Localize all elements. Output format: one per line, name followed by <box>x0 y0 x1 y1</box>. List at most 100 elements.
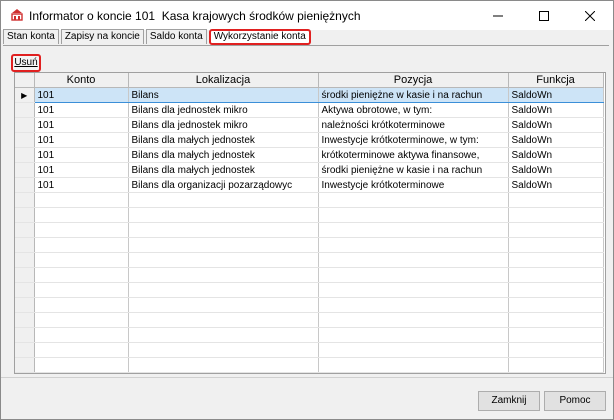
delete-button[interactable]: Usuń <box>11 54 41 72</box>
table-cell[interactable]: SaldoWn <box>508 102 604 118</box>
close-dialog-button[interactable]: Zamknij <box>478 391 540 411</box>
table-cell[interactable]: Inwestycje krótkoterminowe <box>318 177 509 193</box>
tab-saldo-konta[interactable]: Saldo konta <box>145 29 207 44</box>
table-cell[interactable] <box>508 237 604 253</box>
column-header-pozycja[interactable]: Pozycja <box>318 73 509 88</box>
table-cell[interactable] <box>508 282 604 298</box>
table-cell[interactable]: Bilans <box>128 87 319 103</box>
table-row[interactable]: ▶ 101 Bilans środki pieniężne w kasie i na … <box>15 87 604 103</box>
table-cell[interactable] <box>128 192 319 208</box>
empty-row[interactable] <box>15 192 604 208</box>
table-row[interactable]: 101 Bilans dla organizacji pozarządowyc In… <box>15 177 604 193</box>
table-cell[interactable] <box>34 357 129 373</box>
table-cell[interactable] <box>508 267 604 283</box>
empty-row[interactable] <box>15 252 604 268</box>
row-indicator[interactable] <box>15 162 35 178</box>
table-cell[interactable]: SaldoWn <box>508 162 604 178</box>
table-cell[interactable]: SaldoWn <box>508 132 604 148</box>
table-row[interactable]: 101 Bilans dla jednostek mikro należności … <box>15 117 604 133</box>
usage-grid[interactable]: Konto Lokalizacja Pozycja Funkcja ▶ 101 Bi… <box>14 72 606 374</box>
table-row[interactable]: 101 Bilans dla małych jednostek krótkoterm… <box>15 147 604 163</box>
table-cell[interactable] <box>34 372 129 373</box>
table-cell[interactable]: SaldoWn <box>508 87 604 103</box>
row-indicator[interactable] <box>15 282 35 298</box>
help-button[interactable]: Pomoc <box>544 391 606 411</box>
table-cell[interactable]: SaldoWn <box>508 177 604 193</box>
row-indicator[interactable] <box>15 342 35 358</box>
table-cell[interactable] <box>34 312 129 328</box>
close-button[interactable] <box>567 1 613 30</box>
tab-zapisy-na-koncie[interactable]: Zapisy na koncie <box>60 29 144 44</box>
table-cell[interactable]: 101 <box>34 132 129 148</box>
table-cell[interactable]: SaldoWn <box>508 117 604 133</box>
table-cell[interactable] <box>34 327 129 343</box>
table-cell[interactable] <box>508 207 604 223</box>
empty-row[interactable] <box>15 357 604 373</box>
table-cell[interactable]: Bilans dla organizacji pozarządowyc <box>128 177 319 193</box>
row-indicator[interactable] <box>15 252 35 268</box>
row-indicator[interactable] <box>15 192 35 208</box>
table-cell[interactable] <box>318 192 509 208</box>
table-cell[interactable] <box>508 312 604 328</box>
empty-row[interactable] <box>15 312 604 328</box>
table-cell[interactable] <box>318 327 509 343</box>
tab-wykorzystanie-konta[interactable]: Wykorzystanie konta <box>208 29 311 45</box>
row-indicator[interactable] <box>15 132 35 148</box>
empty-row[interactable] <box>15 342 604 358</box>
table-cell[interactable]: 101 <box>34 147 129 163</box>
table-cell[interactable]: 101 <box>34 177 129 193</box>
table-cell[interactable] <box>128 207 319 223</box>
table-row[interactable]: 101 Bilans dla małych jednostek środki pie… <box>15 162 604 178</box>
table-cell[interactable]: Bilans dla jednostek mikro <box>128 117 319 133</box>
row-indicator[interactable] <box>15 147 35 163</box>
table-cell[interactable] <box>318 267 509 283</box>
table-cell[interactable]: środki pieniężne w kasie i na rachun <box>318 87 509 103</box>
table-cell[interactable] <box>508 327 604 343</box>
table-cell[interactable]: 101 <box>34 162 129 178</box>
table-cell[interactable] <box>34 207 129 223</box>
table-cell[interactable] <box>318 207 509 223</box>
table-cell[interactable] <box>128 297 319 313</box>
empty-row[interactable] <box>15 267 604 283</box>
minimize-button[interactable] <box>475 1 521 30</box>
column-header-funkcja[interactable]: Funkcja <box>508 73 604 88</box>
table-cell[interactable] <box>128 282 319 298</box>
table-cell[interactable] <box>318 297 509 313</box>
table-cell[interactable]: 101 <box>34 102 129 118</box>
empty-row[interactable] <box>15 297 604 313</box>
table-cell[interactable] <box>508 297 604 313</box>
empty-row[interactable] <box>15 222 604 238</box>
column-header-lokalizacja[interactable]: Lokalizacja <box>128 73 319 88</box>
table-cell[interactable]: należności krótkoterminowe <box>318 117 509 133</box>
table-cell[interactable]: Bilans dla małych jednostek <box>128 132 319 148</box>
table-cell[interactable] <box>318 252 509 268</box>
table-cell[interactable]: Bilans dla jednostek mikro <box>128 102 319 118</box>
table-cell[interactable]: SaldoWn <box>508 147 604 163</box>
maximize-button[interactable] <box>521 1 567 30</box>
row-indicator[interactable] <box>15 327 35 343</box>
table-cell[interactable] <box>318 237 509 253</box>
table-row[interactable]: 101 Bilans dla jednostek mikro Aktywa obro… <box>15 102 604 118</box>
row-indicator[interactable] <box>15 267 35 283</box>
table-cell[interactable] <box>34 237 129 253</box>
row-indicator[interactable]: ▶ <box>15 87 35 103</box>
table-cell[interactable] <box>34 342 129 358</box>
row-indicator[interactable] <box>15 177 35 193</box>
table-row[interactable]: 101 Bilans dla małych jednostek Inwestycje… <box>15 132 604 148</box>
empty-row[interactable] <box>15 237 604 253</box>
table-cell[interactable] <box>508 222 604 238</box>
table-cell[interactable] <box>128 372 319 373</box>
table-cell[interactable]: 101 <box>34 117 129 133</box>
column-header-konto[interactable]: Konto <box>34 73 129 88</box>
table-cell[interactable] <box>34 282 129 298</box>
table-cell[interactable] <box>128 237 319 253</box>
table-cell[interactable]: Bilans dla małych jednostek <box>128 147 319 163</box>
table-cell[interactable] <box>318 342 509 358</box>
table-cell[interactable] <box>128 312 319 328</box>
table-cell[interactable] <box>34 297 129 313</box>
table-cell[interactable] <box>318 282 509 298</box>
row-indicator[interactable] <box>15 312 35 328</box>
table-cell[interactable] <box>128 267 319 283</box>
table-cell[interactable] <box>508 372 604 373</box>
row-indicator[interactable] <box>15 297 35 313</box>
